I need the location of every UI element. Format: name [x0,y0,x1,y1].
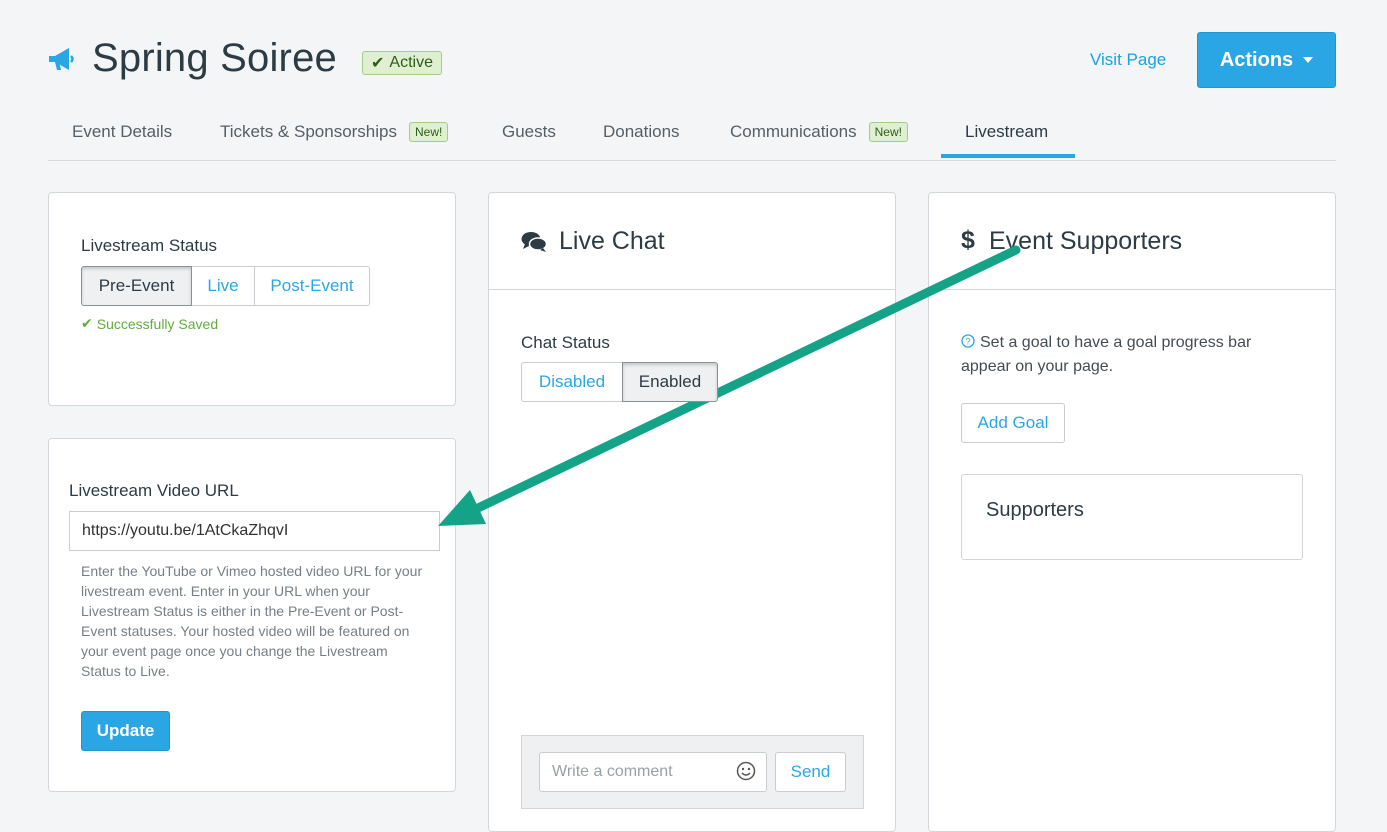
live-chat-title: Live Chat [559,227,665,255]
emoji-icon[interactable] [736,761,756,781]
comment-input[interactable] [539,752,767,792]
chat-status-label: Chat Status [521,333,610,352]
saved-message-text: Successfully Saved [96,315,219,332]
status-post-event-button[interactable]: Post-Event [254,266,370,306]
caret-down-icon [1303,57,1314,63]
tab-label: Communications [730,122,857,141]
help-circle-icon: ? [961,334,975,348]
event-supporters-title: Event Supporters [989,227,1183,255]
saved-message: ✔ Successfully Saved [81,315,218,332]
actions-button[interactable]: Actions [1197,32,1336,88]
video-url-input[interactable] [69,511,440,551]
tab-donations[interactable]: Donations [603,122,680,142]
tab-label: Donations [603,122,680,141]
video-url-label: Livestream Video URL [69,481,239,500]
supporters-list: Supporters [961,474,1303,560]
check-icon: ✔ [81,315,93,331]
chat-compose-bar: Send [521,735,864,809]
live-chat-header: Live Chat [489,193,895,290]
update-button[interactable]: Update [81,711,170,751]
chat-status-toggle: Disabled Enabled [521,362,718,402]
livestream-status-toggle: Pre-Event Live Post-Event [81,266,370,306]
megaphone-icon [49,48,74,70]
chat-enabled-button[interactable]: Enabled [622,362,718,402]
visit-page-link[interactable]: Visit Page [1090,50,1166,70]
dollar-icon: $ [961,226,975,254]
chat-disabled-button[interactable]: Disabled [521,362,623,402]
actions-button-label: Actions [1219,48,1294,71]
status-pre-event-button[interactable]: Pre-Event [81,266,192,306]
new-badge: New! [409,122,449,142]
add-goal-button[interactable]: Add Goal [961,403,1065,443]
livestream-status-panel: Livestream Status Pre-Event Live Post-Ev… [48,192,456,406]
page-title: Spring Soiree [92,36,337,80]
tab-livestream[interactable]: Livestream [965,122,1048,142]
tab-label: Livestream [965,122,1049,141]
tab-label: Event Details [72,122,173,141]
new-badge: New! [868,122,908,142]
status-badge: ✔ Active [362,51,442,75]
goal-hint: ? Set a goal to have a goal progress bar… [961,331,1301,379]
tab-label: Guests [502,122,556,141]
tab-event-details[interactable]: Event Details [72,122,172,142]
event-tabs: Event Details Tickets & Sponsorships New… [48,110,1336,161]
status-badge-label: Active [389,54,433,71]
tab-communications[interactable]: Communications New! [730,122,908,142]
tab-guests[interactable]: Guests [502,122,556,142]
status-live-button[interactable]: Live [191,266,255,306]
comments-icon [521,232,547,252]
svg-text:?: ? [965,337,970,347]
send-button[interactable]: Send [775,752,846,792]
live-chat-panel: Live Chat Chat Status Disabled Enabled S… [488,192,896,832]
video-url-help-text: Enter the YouTube or Vimeo hosted video … [81,563,423,679]
livestream-url-panel: Livestream Video URL Enter the YouTube o… [48,438,456,792]
supporters-heading: Supporters [986,499,1084,521]
goal-hint-text: Set a goal to have a goal progress bar a… [961,334,1252,375]
livestream-status-label: Livestream Status [81,236,218,255]
event-supporters-panel: $ Event Supporters ? Set a goal to have … [928,192,1336,832]
tab-tickets-sponsorships[interactable]: Tickets & Sponsorships New! [220,122,449,142]
active-tab-indicator [941,154,1075,158]
tab-label: Tickets & Sponsorships [220,122,397,141]
event-supporters-header: $ Event Supporters [929,193,1335,290]
check-icon: ✔ [371,55,385,72]
